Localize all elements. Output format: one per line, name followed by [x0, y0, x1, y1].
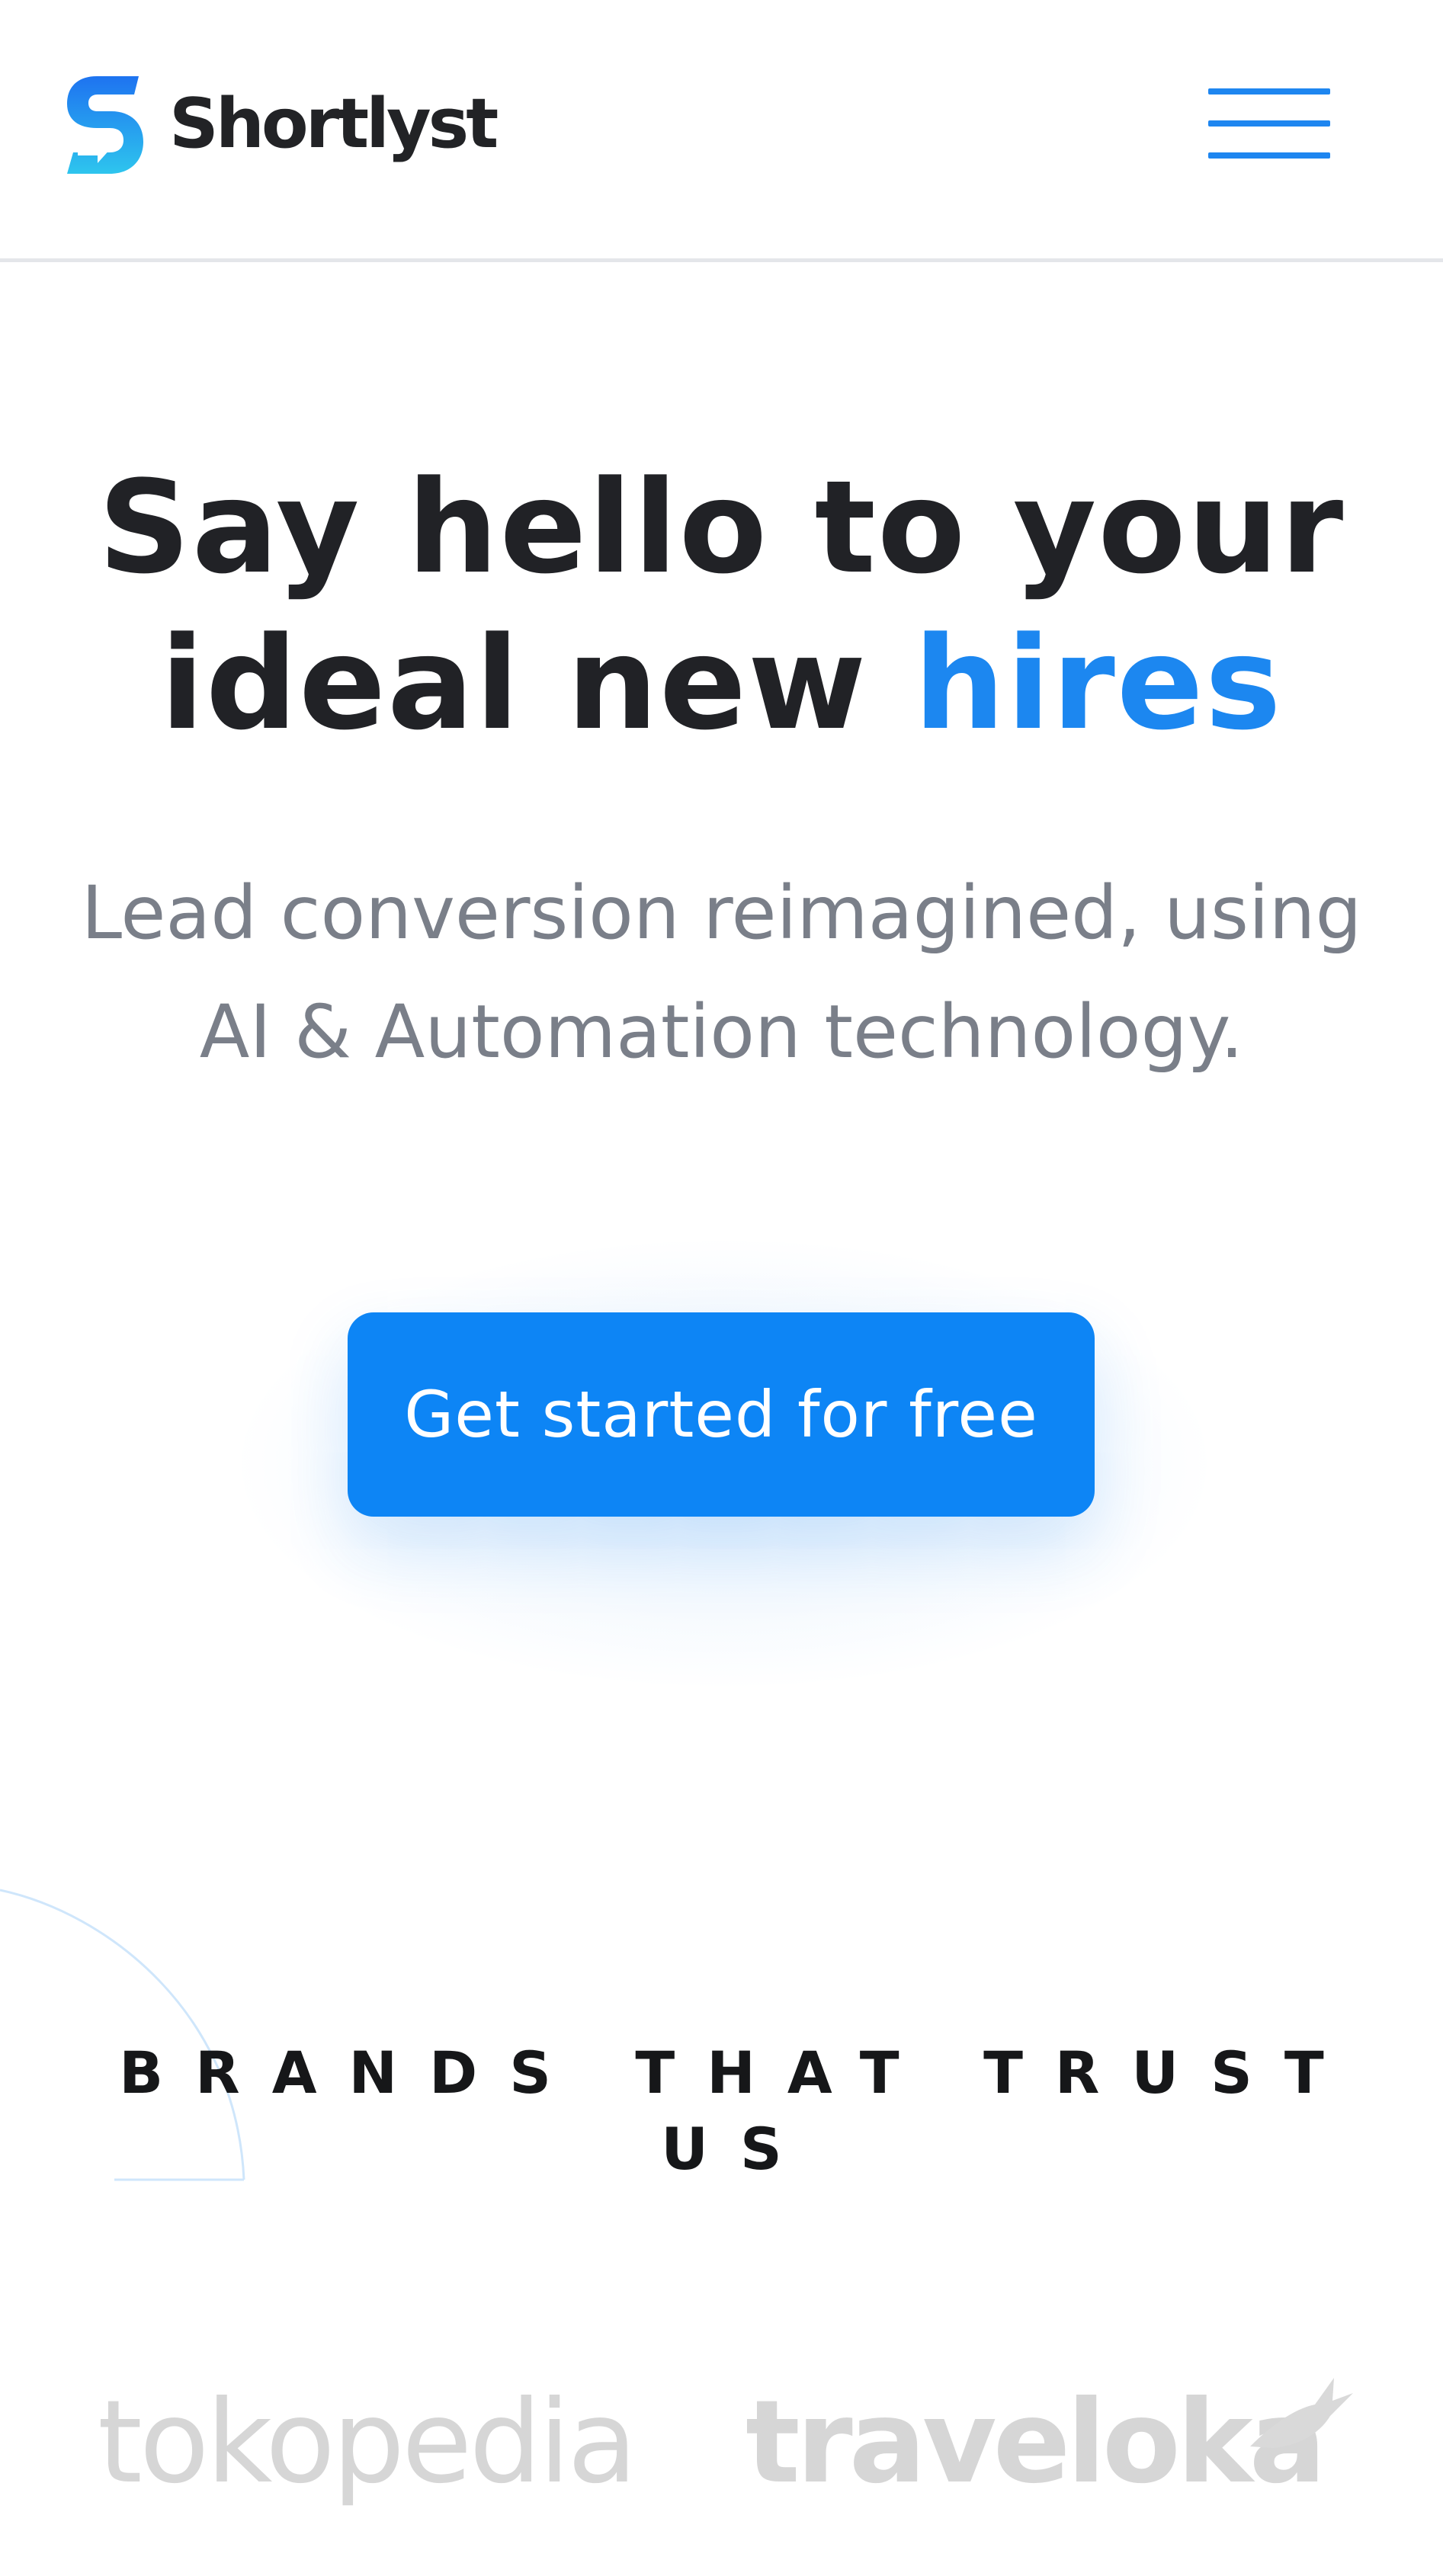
brand-name: Shortlyst [169, 84, 499, 164]
hero-title-line1: Say hello to your [98, 453, 1345, 602]
site-header: Shortlyst [0, 0, 1443, 262]
brands-heading: BRANDS THAT TRUST US [119, 2039, 1356, 2183]
hero-title: Say hello to your ideal new hires [0, 450, 1443, 762]
brand-logos: tokopedia traveloka [0, 2332, 1443, 2561]
landing-page: Shortlyst Say hello to your ideal new hi… [0, 0, 1443, 2576]
get-started-button[interactable]: Get started for free [348, 1312, 1095, 1517]
traveloka-bird-icon [1250, 2378, 1353, 2448]
brand-logo-link[interactable]: Shortlyst [63, 67, 499, 181]
hamburger-menu-button[interactable] [1208, 85, 1330, 162]
hero-subtitle: Lead conversion reimagined, using AI & A… [0, 854, 1443, 1091]
hero-title-accent: hires [913, 609, 1283, 758]
hero-subtitle-line2: AI & Automation technology. [199, 989, 1244, 1075]
hero-title-line2: ideal new [160, 609, 868, 758]
shortlyst-s-logo-icon [67, 76, 143, 174]
traveloka-logo: traveloka [746, 2376, 1326, 2509]
tokopedia-logo: tokopedia [98, 2376, 637, 2509]
hero-subtitle-line1: Lead conversion reimagined, using [81, 870, 1362, 956]
